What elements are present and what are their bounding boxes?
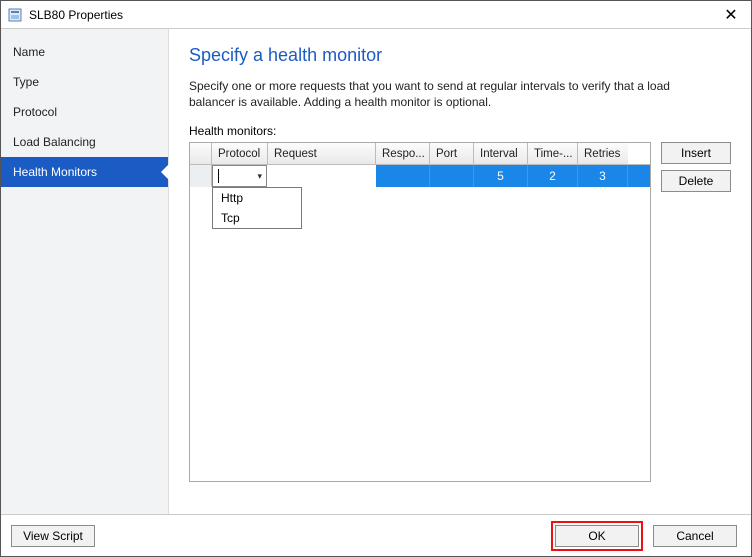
text-cursor [218,169,219,183]
protocol-option-http[interactable]: Http [213,188,301,208]
close-icon: ✕ [724,5,737,25]
protocol-combobox[interactable]: ▾ [212,165,267,187]
request-cell[interactable] [268,165,376,187]
sidebar-nav: Name Type Protocol Load Balancing Health… [1,29,169,514]
sidebar-item-protocol[interactable]: Protocol [1,97,168,127]
row-selector[interactable] [190,165,212,187]
sidebar-item-load-balancing[interactable]: Load Balancing [1,127,168,157]
col-protocol[interactable]: Protocol [212,143,268,164]
timeout-cell[interactable]: 2 [528,165,578,187]
view-script-button[interactable]: View Script [11,525,95,547]
protocol-option-tcp[interactable]: Tcp [213,208,301,228]
response-cell[interactable] [376,165,430,187]
col-interval[interactable]: Interval [474,143,528,164]
grid-label: Health monitors: [189,124,731,138]
row-selector-header [190,143,212,164]
insert-button[interactable]: Insert [661,142,731,164]
retries-cell[interactable]: 3 [578,165,628,187]
properties-dialog: SLB80 Properties ✕ Name Type Protocol Lo… [0,0,752,557]
col-response[interactable]: Respo... [376,143,430,164]
page-heading: Specify a health monitor [189,45,731,66]
titlebar: SLB80 Properties ✕ [1,1,751,29]
sidebar-item-health-monitors[interactable]: Health Monitors [1,157,168,187]
grid-header-row: Protocol Request Respo... Port Interval … [190,143,650,165]
col-timeout[interactable]: Time-... [528,143,578,164]
window-title: SLB80 Properties [29,8,123,22]
main-panel: Specify a health monitor Specify one or … [169,29,751,514]
app-icon [7,7,23,23]
health-monitors-grid[interactable]: Protocol Request Respo... Port Interval … [189,142,651,482]
col-request[interactable]: Request [268,143,376,164]
col-port[interactable]: Port [430,143,474,164]
interval-cell[interactable]: 5 [474,165,528,187]
close-button[interactable]: ✕ [711,1,751,28]
protocol-dropdown[interactable]: Http Tcp [212,187,302,229]
ok-button[interactable]: OK [555,525,639,547]
cancel-button[interactable]: Cancel [653,525,737,547]
page-description: Specify one or more requests that you wa… [189,78,709,110]
col-retries[interactable]: Retries [578,143,628,164]
chevron-down-icon: ▾ [257,171,262,182]
ok-button-highlight: OK [551,521,643,551]
sidebar-item-name[interactable]: Name [1,37,168,67]
port-cell[interactable] [430,165,474,187]
delete-button[interactable]: Delete [661,170,731,192]
grid-row[interactable]: ▾ 5 2 3 [190,165,650,187]
sidebar-item-type[interactable]: Type [1,67,168,97]
dialog-footer: View Script OK Cancel [1,514,751,556]
